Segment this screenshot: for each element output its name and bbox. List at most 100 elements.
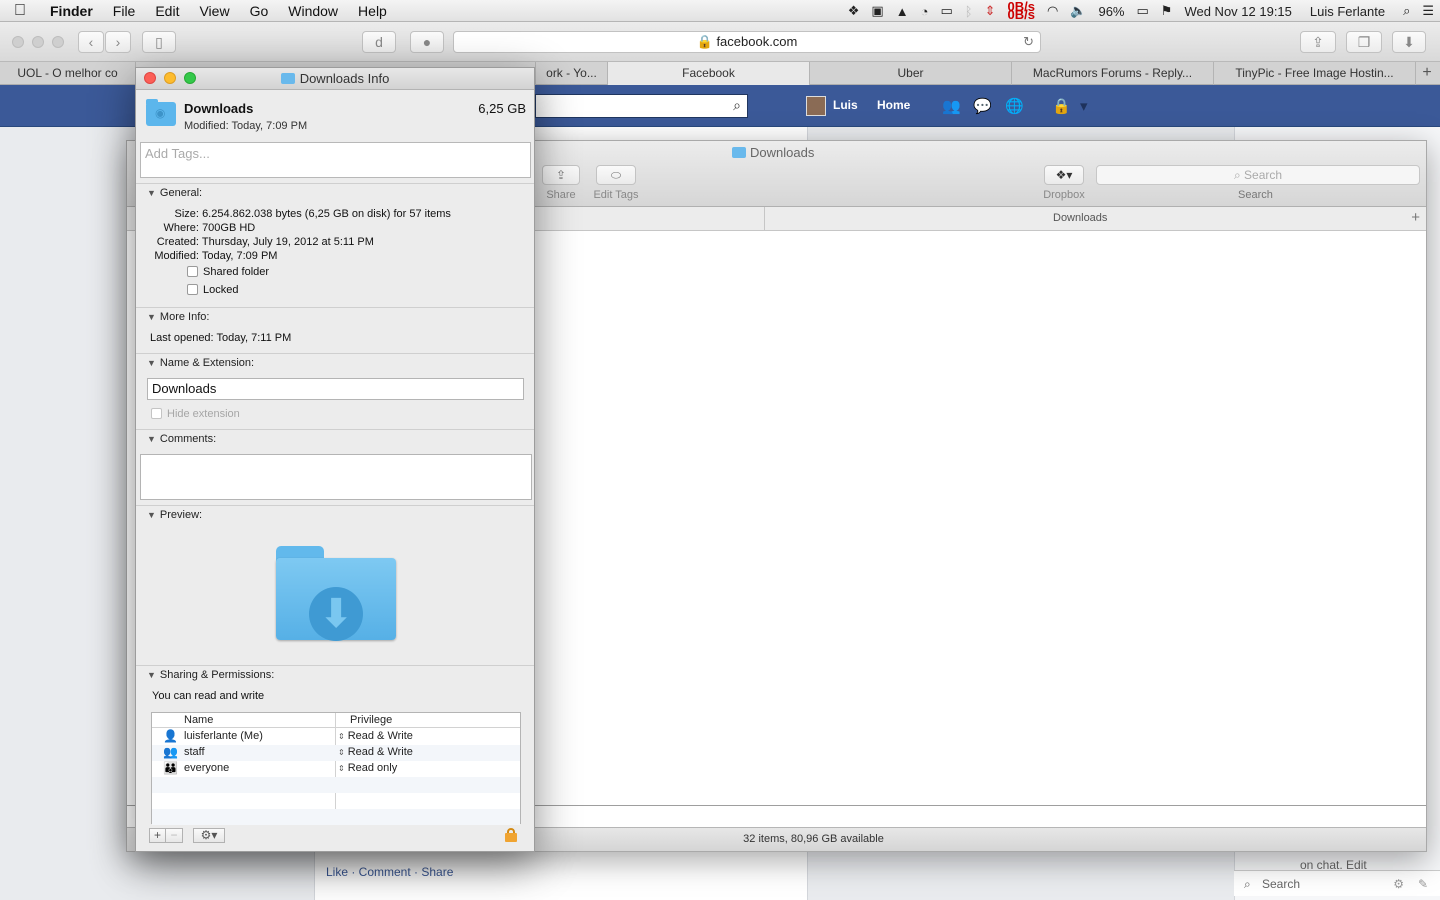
messages-icon[interactable]: 💬 — [973, 97, 993, 115]
close-button[interactable] — [144, 72, 156, 84]
comments-field[interactable] — [140, 454, 532, 500]
privilege-popup[interactable]: ⇕ Read only — [338, 762, 397, 774]
checkbox-icon — [187, 284, 198, 295]
section-general-label: General: — [159, 187, 203, 199]
post-actions[interactable]: Like · Comment · Share — [326, 865, 453, 879]
vpn-status-icon[interactable]: ⇕ — [979, 3, 1002, 19]
app-status-icon[interactable]: ▣ — [865, 3, 889, 19]
back-button[interactable]: ‹ — [78, 31, 104, 53]
tab-tinypic[interactable]: TinyPic - Free Image Hostin... — [1214, 62, 1416, 85]
section-general[interactable]: ▼ General: — [147, 187, 202, 199]
sync-status-icon[interactable]: ◔ — [915, 4, 935, 19]
chevron-down-icon[interactable]: ▾ — [1080, 97, 1100, 115]
chat-search-input[interactable]: ⌕ Search ⚙ ✎ — [1234, 870, 1440, 896]
menu-app-finder[interactable]: Finder — [40, 3, 103, 19]
privacy-lock-icon[interactable]: 🔒 — [1052, 97, 1072, 115]
divider — [136, 183, 534, 184]
friend-requests-icon[interactable]: 👥 — [942, 97, 962, 115]
share-button[interactable]: ⇪ — [1300, 31, 1336, 53]
finder-search-placeholder: Search — [1244, 168, 1283, 182]
menu-file[interactable]: File — [103, 3, 146, 19]
avatar[interactable] — [806, 96, 826, 116]
flag-icon[interactable]: ⚑ — [1155, 3, 1179, 19]
apple-menu-icon[interactable]:  — [0, 2, 40, 20]
menu-go[interactable]: Go — [240, 3, 279, 19]
dropbox-status-icon[interactable]: ❖ — [842, 3, 866, 19]
search-icon[interactable]: ⌕ — [733, 97, 741, 114]
home-link[interactable]: Home — [877, 98, 910, 112]
minimize-button[interactable] — [164, 72, 176, 84]
info-titlebar[interactable]: Downloads Info — [136, 68, 534, 90]
compose-icon[interactable]: ✎ — [1418, 871, 1428, 897]
section-comments[interactable]: ▼ Comments: — [147, 433, 216, 445]
menu-help[interactable]: Help — [348, 3, 397, 19]
action-gear-button[interactable]: ⚙▾ — [193, 828, 225, 843]
minimize-window-button[interactable] — [32, 36, 44, 48]
menu-window[interactable]: Window — [278, 3, 348, 19]
privilege-popup[interactable]: ⇕ Read & Write — [338, 730, 413, 742]
section-preview[interactable]: ▼ Preview: — [147, 509, 202, 521]
extension-button[interactable]: d — [362, 31, 396, 53]
section-name-extension[interactable]: ▼ Name & Extension: — [147, 357, 254, 369]
tab-uol[interactable]: UOL - O melhor co — [0, 62, 136, 85]
table-row[interactable]: 👪 everyone ⇕ Read only — [152, 761, 520, 777]
permission-summary: You can read and write — [152, 690, 265, 702]
locked-checkbox[interactable]: Locked — [187, 284, 238, 296]
wifi-icon[interactable]: ◠ — [1041, 3, 1064, 19]
facebook-search-input[interactable]: ⌕ — [535, 94, 748, 118]
profile-link[interactable]: Luis — [833, 98, 858, 112]
gear-icon[interactable]: ⚙ — [1393, 871, 1404, 897]
close-window-button[interactable] — [12, 36, 24, 48]
table-row[interactable]: 👤 luisferlante (Me) ⇕ Read & Write — [152, 729, 520, 745]
battery-icon[interactable]: ▭ — [1131, 3, 1155, 19]
downloads-button[interactable]: ⬇ — [1392, 31, 1426, 53]
battery-percent[interactable]: 96% — [1092, 4, 1130, 19]
zoom-button[interactable] — [184, 72, 196, 84]
show-all-tabs-button[interactable]: ❐ — [1346, 31, 1382, 53]
tab-work[interactable]: ork - Yo... — [536, 62, 608, 85]
user-name[interactable]: Luis Ferlante — [1304, 4, 1391, 19]
tag-icon: ⬭ — [596, 165, 636, 185]
clock[interactable]: Wed Nov 12 19:15 — [1178, 4, 1297, 19]
hide-extension-checkbox[interactable]: Hide extension — [151, 408, 240, 420]
section-sharing-permissions[interactable]: ▼ Sharing & Permissions: — [147, 669, 274, 681]
tags-input[interactable]: Add Tags... — [140, 142, 531, 178]
add-user-button[interactable]: + — [149, 828, 166, 843]
spotlight-search-icon[interactable]: ⌕ — [1397, 3, 1416, 19]
shared-folder-checkbox[interactable]: Shared folder — [187, 266, 269, 278]
notifications-globe-icon[interactable]: 🌐 — [1005, 97, 1025, 115]
forward-button[interactable]: › — [105, 31, 131, 53]
name-field[interactable]: Downloads — [147, 378, 524, 400]
bluetooth-icon[interactable]: ᛒ — [959, 4, 979, 19]
menu-edit[interactable]: Edit — [145, 3, 189, 19]
reload-icon[interactable]: ↻ — [1023, 32, 1034, 52]
sidebar-toggle-button[interactable]: ▯ — [142, 31, 176, 53]
privilege-popup[interactable]: ⇕ Read & Write — [338, 746, 413, 758]
volume-icon[interactable]: 🔈 — [1064, 3, 1092, 19]
column-header-privilege[interactable]: Privilege — [350, 714, 392, 726]
address-bar[interactable]: 🔒 facebook.com ↻ — [453, 31, 1041, 53]
share-tool[interactable]: ⇪ Share — [541, 165, 581, 201]
tab-uber[interactable]: Uber — [810, 62, 1012, 85]
finder-search-input[interactable]: ⌕ Search — [1096, 165, 1420, 185]
remove-user-button[interactable]: − — [166, 828, 183, 843]
column-header-name[interactable]: Name — [184, 714, 213, 726]
airplay-icon[interactable]: ▭ — [934, 3, 958, 19]
new-tab-button[interactable]: + — [1416, 62, 1438, 84]
finder-tab-downloads[interactable]: Downloads — [1053, 212, 1107, 224]
lock-icon[interactable] — [505, 828, 517, 842]
edit-tags-tool[interactable]: ⬭ Edit Tags — [589, 165, 643, 201]
adblock-button[interactable]: ● — [410, 31, 444, 53]
dropbox-tool[interactable]: ❖▾ Dropbox — [1039, 165, 1089, 201]
search-icon: ⌕ — [1244, 877, 1251, 891]
notification-center-icon[interactable]: ☰ — [1416, 3, 1440, 19]
zoom-window-button[interactable] — [52, 36, 64, 48]
menu-view[interactable]: View — [189, 3, 239, 19]
drive-status-icon[interactable]: ▲ — [890, 4, 915, 19]
tab-facebook[interactable]: Facebook — [608, 62, 810, 85]
section-more-info[interactable]: ▼ More Info: — [147, 311, 209, 323]
new-finder-tab-button[interactable]: + — [1411, 209, 1420, 226]
tab-macrumors[interactable]: MacRumors Forums - Reply... — [1012, 62, 1214, 85]
general-where: Where: 700GB HD — [146, 222, 256, 234]
table-row[interactable]: 👥 staff ⇕ Read & Write — [152, 745, 520, 761]
